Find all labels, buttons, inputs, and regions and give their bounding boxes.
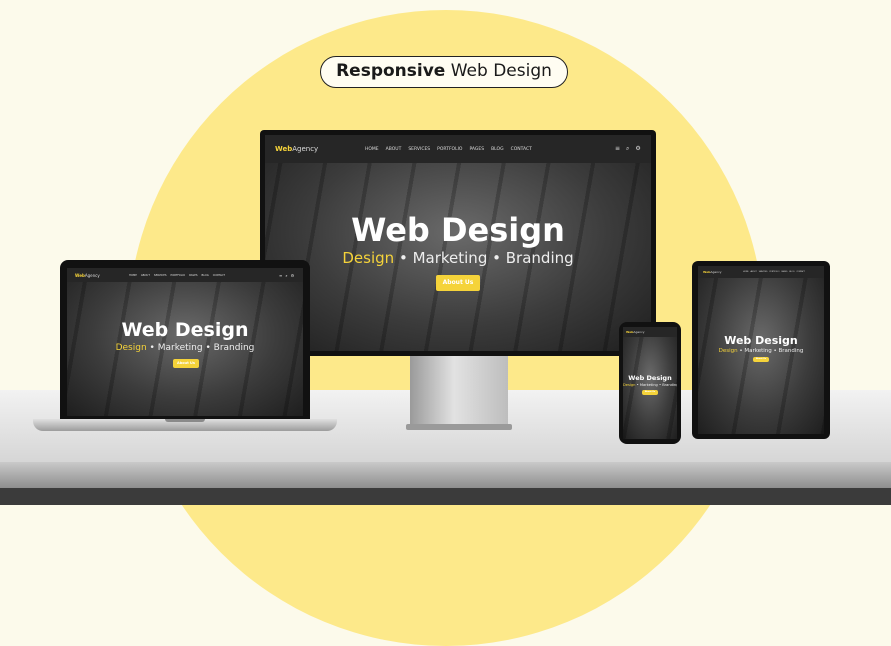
site-logo[interactable]: WebAgency <box>626 330 645 334</box>
about-us-button[interactable]: About Us <box>642 390 658 395</box>
phone-screen: WebAgency Web Design Design • Marketing … <box>623 327 677 439</box>
desk-edge <box>0 462 891 488</box>
menu-item-home[interactable]: HOME <box>743 271 748 273</box>
monitor-base <box>406 424 512 430</box>
nav-icons: ≡ ⌕ ⚙ <box>279 273 294 278</box>
hero-tagline: Design • Marketing • Branding <box>623 383 677 387</box>
hero-title: Web Design <box>724 334 798 347</box>
forest-background <box>67 268 303 416</box>
menu-item-pages[interactable]: PAGES <box>469 147 484 152</box>
menu-item-pages[interactable]: PAGES <box>189 274 197 277</box>
site-logo[interactable]: WebAgency <box>75 273 129 278</box>
menu-item-portfolio[interactable]: PORTFOLIO <box>437 147 462 152</box>
menu-item-home[interactable]: HOME <box>129 274 137 277</box>
hero-tagline: Design • Marketing • Branding <box>115 343 255 353</box>
about-us-button[interactable]: About Us <box>173 359 199 368</box>
menu-item-blog[interactable]: BLOG <box>202 274 209 277</box>
monitor-stand <box>410 356 508 426</box>
tablet-screen: WebAgency HOME ABOUT SERVICES PORTFOLIO … <box>698 266 824 434</box>
menu-item-about[interactable]: ABOUT <box>141 274 150 277</box>
laptop-screen: WebAgency HOME ABOUT SERVICES PORTFOLIO … <box>67 268 303 416</box>
hero-title: Web Design <box>628 374 672 382</box>
search-icon[interactable]: ⌕ <box>285 273 287 278</box>
monitor-screen: WebAgency HOME ABOUT SERVICES PORTFOLIO … <box>265 135 651 351</box>
menu-item-blog[interactable]: BLOG <box>491 147 503 152</box>
menu-item-about[interactable]: ABOUT <box>386 147 402 152</box>
menu-item-about[interactable]: ABOUT <box>750 271 756 273</box>
menu-item-home[interactable]: HOME <box>365 147 379 152</box>
heading-rest: Web Design <box>450 61 552 81</box>
menu-item-services[interactable]: SERVICES <box>408 147 430 152</box>
menu-item-portfolio[interactable]: PORTFOLIO <box>769 271 779 273</box>
settings-icon[interactable]: ⚙ <box>291 273 295 278</box>
menu-icon[interactable]: ≡ <box>615 145 620 153</box>
menu-item-services[interactable]: SERVICES <box>759 271 768 273</box>
menu-icon[interactable]: ≡ <box>279 273 282 278</box>
menu-item-contact[interactable]: CONTACT <box>796 271 805 273</box>
site-navbar: WebAgency HOME ABOUT SERVICES PORTFOLIO … <box>67 268 303 282</box>
heading-bold: Responsive <box>336 61 446 81</box>
menu-item-contact[interactable]: CONTACT <box>511 147 532 152</box>
laptop-notch <box>165 419 205 422</box>
hero-title: Web Design <box>121 319 249 341</box>
page-heading: Responsive Web Design <box>320 56 568 88</box>
menu-item-contact[interactable]: CONTACT <box>213 274 225 277</box>
about-us-button[interactable]: About Us <box>753 357 769 362</box>
nav-icons: ≡ ⌕ ⚙ <box>615 145 641 153</box>
site-menu: HOME ABOUT SERVICES PORTFOLIO PAGES BLOG… <box>129 274 279 277</box>
hero-title: Web Design <box>351 211 565 249</box>
site-logo[interactable]: WebAgency <box>703 270 743 274</box>
about-us-button[interactable]: About Us <box>436 275 480 291</box>
site-navbar: WebAgency HOME ABOUT SERVICES PORTFOLIO … <box>698 266 824 278</box>
site-navbar: WebAgency HOME ABOUT SERVICES PORTFOLIO … <box>265 135 651 163</box>
site-menu: HOME ABOUT SERVICES PORTFOLIO PAGES BLOG… <box>365 147 605 152</box>
floor <box>0 488 891 505</box>
settings-icon[interactable]: ⚙ <box>635 145 640 153</box>
menu-item-services[interactable]: SERVICES <box>154 274 167 277</box>
search-icon[interactable]: ⌕ <box>626 145 629 153</box>
hero-tagline: Design • Marketing • Branding <box>342 249 574 267</box>
menu-item-blog[interactable]: BLOG <box>789 271 794 273</box>
site-navbar: WebAgency <box>623 327 677 337</box>
menu-item-pages[interactable]: PAGES <box>782 271 788 273</box>
menu-item-portfolio[interactable]: PORTFOLIO <box>171 274 186 277</box>
hero-tagline: Design • Marketing • Branding <box>718 348 804 354</box>
site-logo[interactable]: WebAgency <box>275 145 365 153</box>
site-menu: HOME ABOUT SERVICES PORTFOLIO PAGES BLOG… <box>743 271 805 273</box>
